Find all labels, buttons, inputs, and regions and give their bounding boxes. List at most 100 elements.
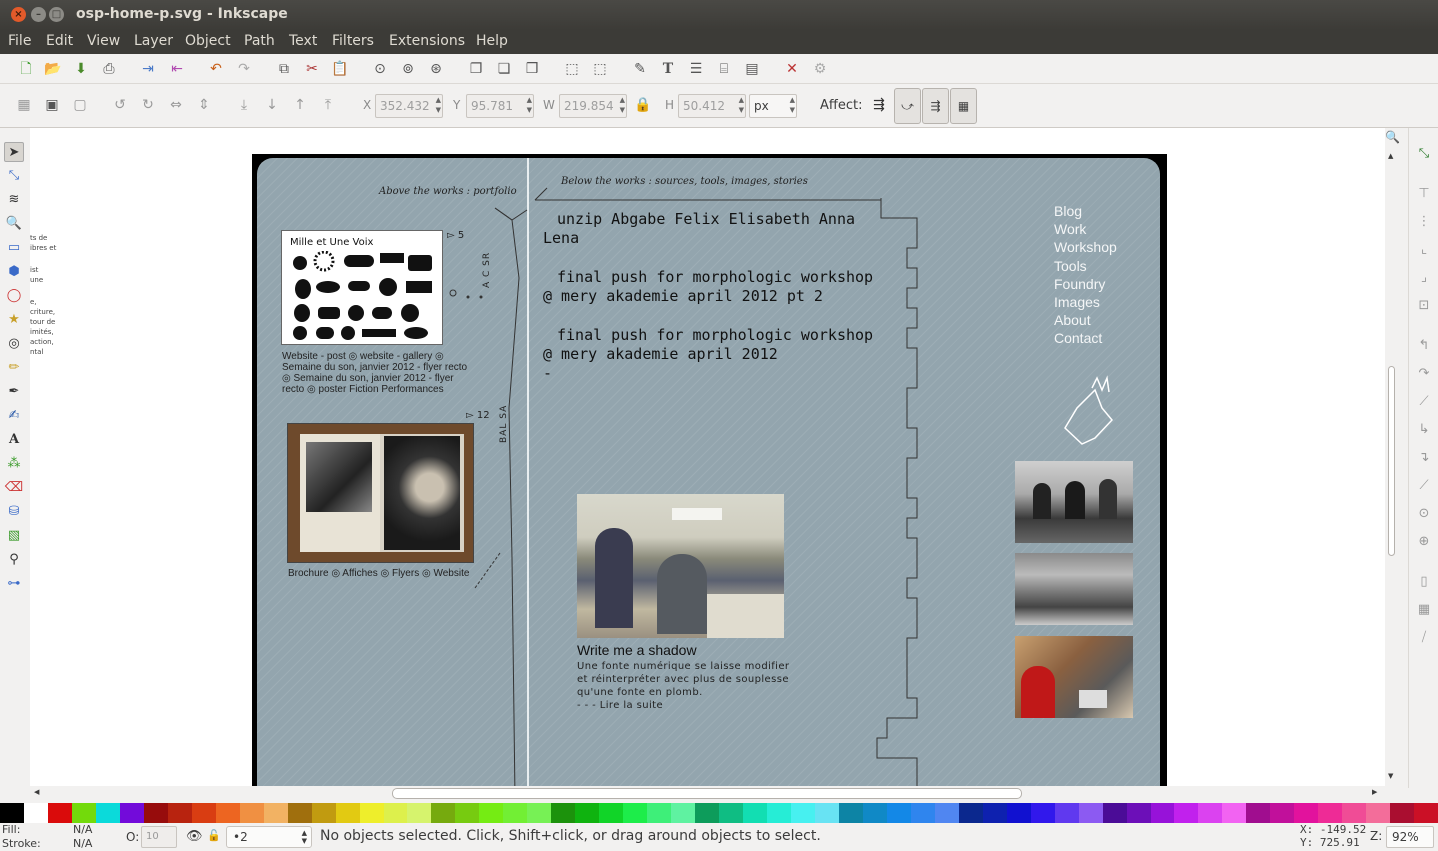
thumbnail-photo-3[interactable]	[1015, 636, 1133, 718]
nav-item-blog[interactable]: Blog	[1054, 202, 1117, 220]
palette-swatch[interactable]	[95, 803, 120, 823]
snap-bbox-icon[interactable]: ⊤	[1414, 184, 1434, 204]
palette-swatch[interactable]	[671, 803, 696, 823]
palette-swatch[interactable]	[287, 803, 312, 823]
thumbnail-photo-1[interactable]	[1015, 461, 1133, 543]
affect-rounded-corners-button[interactable]: ⤻	[894, 88, 921, 124]
palette-swatch[interactable]	[359, 803, 384, 823]
lock-ratio-icon[interactable]: 🔒	[634, 96, 652, 114]
layer-lock-icon[interactable]: 🔓	[207, 829, 221, 842]
nav-item-about[interactable]: About	[1054, 311, 1117, 329]
snap-bbox-corners-icon[interactable]: ⌞	[1414, 240, 1434, 260]
palette-swatch[interactable]	[958, 803, 983, 823]
nav-item-workshop[interactable]: Workshop	[1054, 238, 1117, 256]
rotate-ccw-icon[interactable]: ↺	[111, 96, 129, 114]
stroke-value[interactable]: N/A	[73, 837, 92, 850]
save-icon[interactable]: ⬇	[72, 60, 90, 78]
snap-rotation-center-icon[interactable]: ⊕	[1414, 532, 1434, 552]
palette-swatch[interactable]	[1054, 803, 1079, 823]
horizontal-scrollbar[interactable]: ◀ ▶	[30, 786, 1400, 802]
snap-cusp-nodes-icon[interactable]: ↳	[1414, 420, 1434, 440]
menu-edit[interactable]: Edit	[46, 33, 73, 49]
clone-icon[interactable]: ❏	[495, 60, 513, 78]
zoom-tool-icon[interactable]: 🔍	[4, 214, 24, 234]
palette-swatch[interactable]	[1030, 803, 1055, 823]
palette-swatch[interactable]	[119, 803, 144, 823]
zoom-corner-icon[interactable]: 🔍	[1385, 130, 1400, 144]
palette-swatch[interactable]	[1414, 803, 1438, 823]
group-icon[interactable]: ⬚	[563, 60, 581, 78]
zoom-field[interactable]: 92%	[1386, 826, 1434, 848]
palette-swatch[interactable]	[862, 803, 887, 823]
unit-select[interactable]: px ▲ ▼	[749, 94, 797, 118]
palette-swatch[interactable]	[790, 803, 815, 823]
calligraphy-tool-icon[interactable]: ✍	[4, 406, 24, 426]
palette-swatch[interactable]	[191, 803, 216, 823]
palette-swatch[interactable]	[263, 803, 288, 823]
menu-help[interactable]: Help	[476, 33, 508, 49]
palette-swatch[interactable]	[767, 803, 791, 823]
palette-swatch[interactable]	[743, 803, 767, 823]
horizontal-scroll-thumb[interactable]	[392, 788, 1022, 799]
print-icon[interactable]: ⎙	[100, 60, 118, 78]
undo-icon[interactable]: ↶	[207, 60, 225, 78]
palette-swatch[interactable]	[1246, 803, 1271, 823]
palette-swatch[interactable]	[719, 803, 744, 823]
scroll-down-icon[interactable]: ▼	[1388, 772, 1393, 780]
palette-swatch[interactable]	[1294, 803, 1319, 823]
align-distribute-icon[interactable]: ▤	[743, 60, 761, 78]
selector-tool-icon[interactable]: ➤	[4, 142, 24, 162]
maximize-window-button[interactable]: □	[49, 7, 64, 22]
snap-object-centers-icon[interactable]: ⊙	[1414, 504, 1434, 524]
post-item[interactable]: final push for morphologic workshop @ mer…	[543, 326, 873, 364]
palette-swatch[interactable]	[143, 803, 168, 823]
snap-guides-icon[interactable]: ⧸	[1414, 628, 1434, 648]
flip-horizontal-icon[interactable]: ⇔	[167, 96, 185, 114]
palette-swatch[interactable]	[1126, 803, 1151, 823]
menu-text[interactable]: Text	[289, 33, 317, 49]
w-spinner-icon[interactable]: ▲ ▼	[620, 95, 625, 115]
palette-swatch[interactable]	[479, 803, 504, 823]
affect-patterns-button[interactable]: ▦	[950, 88, 977, 124]
current-layer-select[interactable]: •2 ▲ ▼	[226, 826, 312, 848]
snap-bbox-midpoints-icon[interactable]: ⌟	[1414, 268, 1434, 288]
zoom-page-icon[interactable]: ⊛	[427, 60, 445, 78]
snap-page-border-icon[interactable]: ▯	[1414, 572, 1434, 592]
palette-swatch[interactable]	[0, 803, 24, 823]
nav-item-work[interactable]: Work	[1054, 220, 1117, 238]
spiral-tool-icon[interactable]: ◎	[4, 334, 24, 354]
connector-tool-icon[interactable]: ⊶	[4, 574, 24, 594]
nav-item-foundry[interactable]: Foundry	[1054, 275, 1117, 293]
palette-swatch[interactable]	[1318, 803, 1343, 823]
palette-swatch[interactable]	[455, 803, 480, 823]
menu-view[interactable]: View	[87, 33, 120, 49]
snap-smooth-nodes-icon[interactable]: ↴	[1414, 448, 1434, 468]
palette-swatch[interactable]	[695, 803, 720, 823]
snap-bbox-center-icon[interactable]: ⊡	[1414, 296, 1434, 316]
tweak-tool-icon[interactable]: ≋	[4, 190, 24, 210]
palette-swatch[interactable]	[311, 803, 336, 823]
h-spinner-icon[interactable]: ▲ ▼	[739, 95, 744, 115]
snap-toggle-icon[interactable]: ⤡	[1414, 144, 1434, 164]
copy-icon[interactable]: ⧉	[275, 60, 293, 78]
export-icon[interactable]: ⇤	[168, 60, 186, 78]
visibility-eye-icon[interactable]: 👁	[186, 829, 203, 844]
ungroup-icon[interactable]: ⬚	[591, 60, 609, 78]
dropper-tool-icon[interactable]: ⚲	[4, 550, 24, 570]
text-font-icon[interactable]: T	[659, 60, 677, 78]
menu-path[interactable]: Path	[244, 33, 275, 49]
paint-bucket-tool-icon[interactable]: ⛁	[4, 502, 24, 522]
snap-line-midpoints-icon[interactable]: ⟋	[1414, 476, 1434, 496]
palette-swatch[interactable]	[551, 803, 576, 823]
palette-swatch[interactable]	[623, 803, 648, 823]
open-icon[interactable]: 📂	[44, 60, 62, 78]
node-tool-icon[interactable]: ⤡	[4, 166, 24, 186]
palette-swatch[interactable]	[1006, 803, 1031, 823]
palette-swatch[interactable]	[934, 803, 959, 823]
snap-paths-icon[interactable]: ↷	[1414, 364, 1434, 384]
menu-file[interactable]: File	[8, 33, 31, 49]
nav-item-contact[interactable]: Contact	[1054, 329, 1117, 347]
raise-icon[interactable]: ↑	[291, 96, 309, 114]
post-item[interactable]: final push for morphologic workshop @ mer…	[543, 268, 873, 306]
palette-swatch[interactable]	[23, 803, 48, 823]
